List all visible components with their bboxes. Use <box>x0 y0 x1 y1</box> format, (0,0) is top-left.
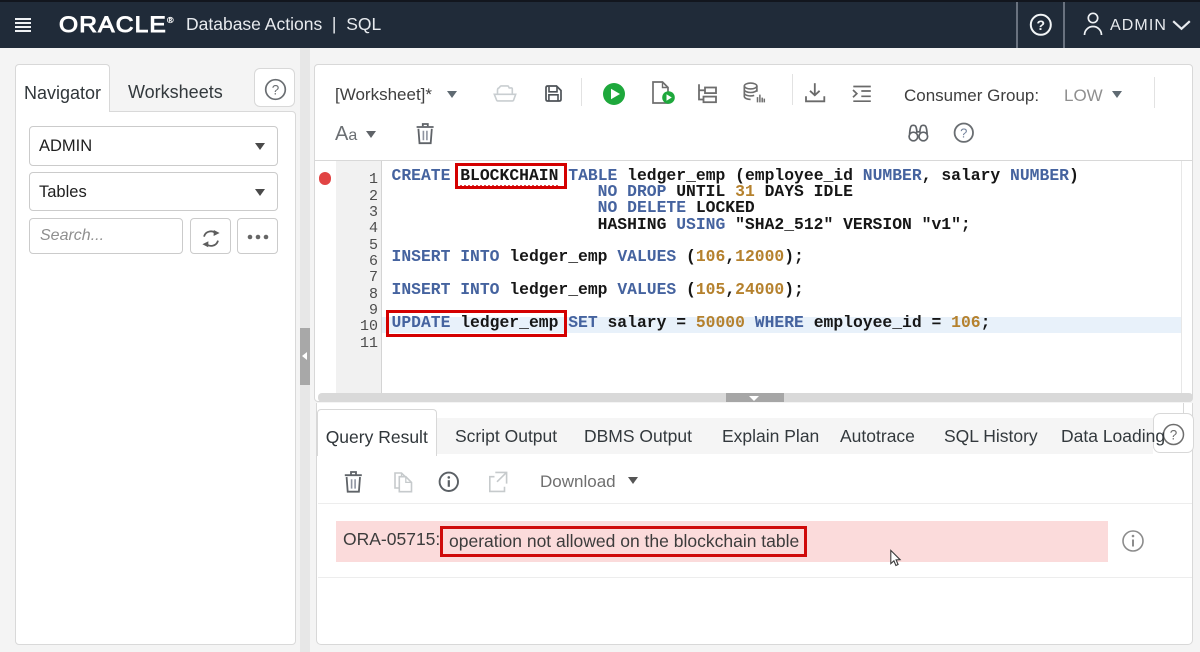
svg-text:?: ? <box>1037 16 1046 32</box>
svg-text:?: ? <box>960 125 967 140</box>
svg-text:?: ? <box>271 82 279 97</box>
svg-text:?: ? <box>1170 427 1178 442</box>
